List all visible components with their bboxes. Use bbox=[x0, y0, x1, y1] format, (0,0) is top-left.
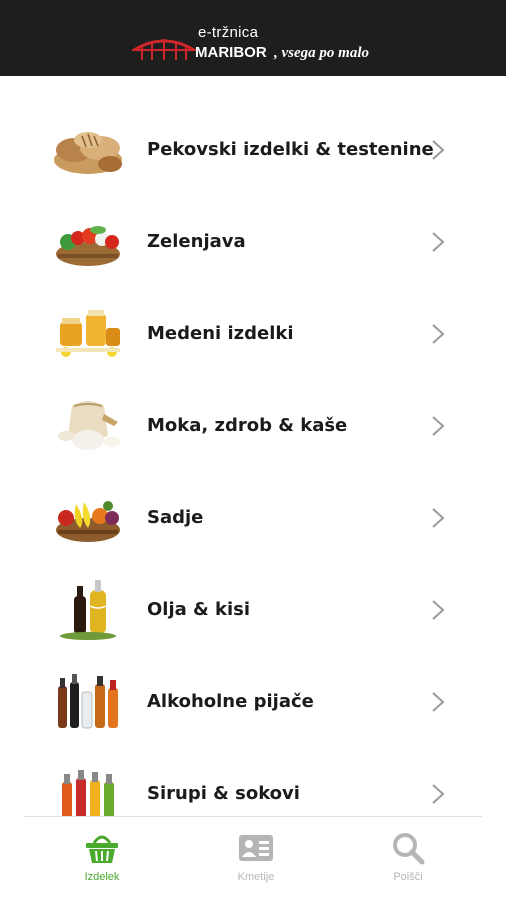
category-label: Moka, zdrob & kaše bbox=[147, 415, 348, 436]
chevron-right-icon bbox=[432, 784, 445, 804]
category-item-alkoholne[interactable]: Alkoholne pijače bbox=[0, 656, 506, 748]
category-label: Zelenjava bbox=[147, 231, 246, 252]
chevron-right-icon bbox=[432, 416, 445, 436]
category-label: Sadje bbox=[147, 507, 204, 528]
liquor-bottles-icon bbox=[58, 674, 118, 729]
category-item-moka[interactable]: Moka, zdrob & kaše bbox=[0, 380, 506, 472]
tab-label: Poišči bbox=[393, 871, 423, 883]
bridge-logo-icon bbox=[132, 39, 196, 60]
bottom-tab-bar: Izdelek Kmetije Poišči bbox=[24, 816, 482, 901]
category-label: Sirupi & sokovi bbox=[147, 783, 300, 804]
chevron-right-icon bbox=[432, 140, 445, 160]
bread-icon bbox=[54, 132, 122, 174]
tab-label: Izdelek bbox=[84, 871, 120, 883]
fruit-basket-icon bbox=[56, 501, 120, 542]
brand-slogan-text: , vsega po malo bbox=[274, 45, 369, 61]
category-label: Medeni izdelki bbox=[147, 323, 294, 344]
chevron-right-icon bbox=[432, 232, 445, 252]
app-header: e-tržnica MARIBOR , vsega po malo bbox=[0, 0, 506, 76]
chevron-right-icon bbox=[432, 600, 445, 620]
category-item-zelenjava[interactable]: Zelenjava bbox=[0, 196, 506, 288]
flour-sack-icon bbox=[58, 401, 120, 450]
category-item-sadje[interactable]: Sadje bbox=[0, 472, 506, 564]
category-label: Pekovski izdelki & testenine bbox=[147, 139, 434, 160]
tab-poisci[interactable]: Poišči bbox=[348, 817, 468, 901]
basket-icon bbox=[86, 835, 118, 863]
category-item-olja[interactable]: Olja & kisi bbox=[0, 564, 506, 656]
tab-label: Kmetije bbox=[237, 871, 275, 883]
tab-kmetije[interactable]: Kmetije bbox=[196, 817, 316, 901]
category-label: Alkoholne pijače bbox=[147, 691, 314, 712]
app-logo: e-tržnica MARIBOR , vsega po malo bbox=[132, 24, 382, 68]
search-icon bbox=[393, 833, 425, 865]
brand-name-text: MARIBOR bbox=[195, 44, 267, 61]
oil-bottles-icon bbox=[60, 580, 116, 640]
tab-izdelek[interactable]: Izdelek bbox=[42, 817, 162, 901]
chevron-right-icon bbox=[432, 508, 445, 528]
chevron-right-icon bbox=[432, 692, 445, 712]
category-item-sirupi[interactable]: Sirupi & sokovi bbox=[0, 748, 506, 816]
category-label: Olja & kisi bbox=[147, 599, 251, 620]
farm-card-icon bbox=[239, 835, 273, 861]
juice-bottles-icon bbox=[62, 770, 114, 816]
brand-top-text: e-tržnica bbox=[198, 24, 259, 41]
honey-jars-icon bbox=[56, 310, 120, 357]
category-list: Pekovski izdelki & testenine Zelenjava M… bbox=[0, 76, 506, 816]
category-item-medeni[interactable]: Medeni izdelki bbox=[0, 288, 506, 380]
category-item-pekovski[interactable]: Pekovski izdelki & testenine bbox=[0, 104, 506, 196]
vegetables-basket-icon bbox=[56, 226, 120, 266]
chevron-right-icon bbox=[432, 324, 445, 344]
